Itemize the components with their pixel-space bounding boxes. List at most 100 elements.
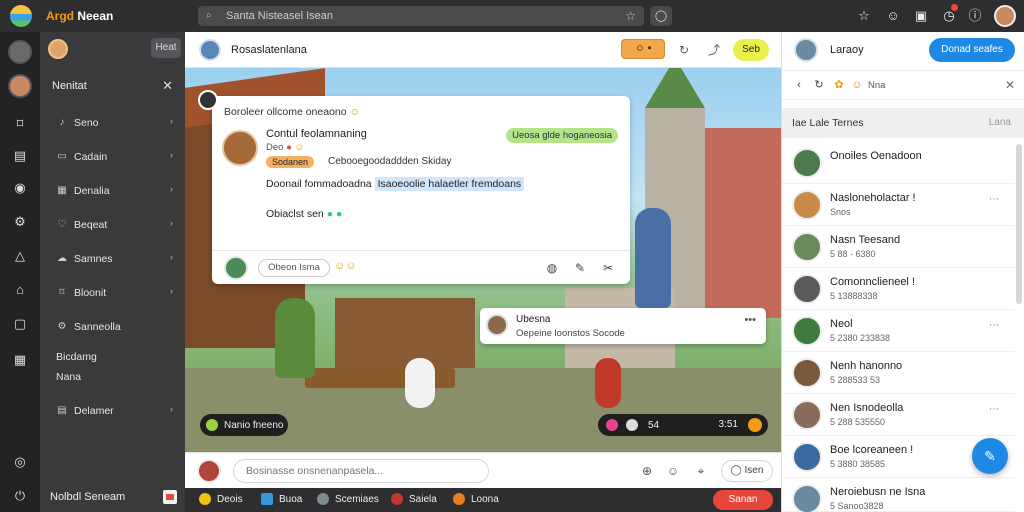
sidebar-item-8[interactable]: Bicdamg (56, 348, 173, 366)
close-icon[interactable]: ✕ (162, 78, 173, 94)
bottom-item-5[interactable]: Loona (453, 493, 499, 505)
bottom-item-4[interactable]: Saiela (391, 493, 437, 505)
power-icon[interactable]: ⏻ (10, 486, 30, 506)
status-pill[interactable]: Seb (733, 39, 769, 61)
square-icon[interactable]: ▣ (912, 7, 930, 25)
star-icon[interactable]: ☆ (625, 9, 636, 23)
media-controls-pill[interactable]: 54 3:51 (598, 414, 768, 436)
layout-icon[interactable]: ▦ (10, 350, 30, 370)
sidebar-avatar[interactable] (48, 39, 68, 59)
gear-icon[interactable]: ⚙ (10, 212, 30, 232)
refresh-icon[interactable]: ↻ (675, 41, 693, 59)
channel-avatar[interactable] (199, 39, 221, 61)
search-input[interactable]: Santa Nisteasel Isean (226, 10, 333, 22)
sidebar-item-9[interactable]: Nana (56, 368, 173, 386)
help-icon[interactable]: ◎ (10, 452, 30, 472)
emoji-icon[interactable]: ☺ (665, 463, 681, 479)
emoji-icon[interactable]: ☺ (850, 78, 864, 92)
triangle-icon[interactable]: △ (10, 246, 30, 266)
more-icon[interactable]: ••• (744, 314, 756, 326)
frame-icon[interactable]: ▢ (10, 314, 30, 334)
reply-button[interactable]: Obeon Isma (258, 259, 330, 277)
notification-toast[interactable]: Ubesna Oepeine loonstos Socode ••• (480, 308, 766, 344)
info-icon[interactable]: ⓘ (966, 7, 984, 25)
pen-icon[interactable]: ✎ (572, 260, 588, 276)
right-cta-button[interactable]: Donad seafes (929, 38, 1015, 62)
close-icon[interactable]: ✕ (1005, 78, 1015, 92)
more-icon[interactable]: ⋯ (989, 320, 999, 331)
toggle-icon[interactable] (626, 419, 638, 431)
bookmark-icon[interactable]: ⌑ (10, 114, 30, 134)
right-avatar[interactable] (794, 38, 818, 62)
rail-avatar-2[interactable] (8, 74, 32, 98)
attach-icon[interactable]: ⊕ (639, 463, 655, 479)
list-item[interactable]: Nasn Teesand 5 88 · 6380 (782, 226, 1015, 268)
location-icon[interactable]: ⌖ (693, 463, 709, 479)
message-input[interactable] (233, 459, 489, 483)
end-icon[interactable] (748, 418, 762, 432)
star-outline-icon[interactable]: ☆ (855, 7, 873, 25)
compose-pill[interactable]: ◯ Isen (721, 460, 773, 482)
globe-icon[interactable]: ◉ (10, 178, 30, 198)
inbox-icon[interactable]: ▤ (10, 146, 30, 166)
notification-body: Oepeine loonstos Socode (516, 328, 625, 339)
list-item[interactable]: Nen Isnodeolla 5 288 535550 ⋯ (782, 394, 1015, 436)
record-button[interactable]: ◯ (650, 6, 672, 26)
scene-label-pill[interactable]: Nanio fneeno (200, 414, 288, 436)
home-icon[interactable]: ⌂ (10, 280, 30, 300)
list-item[interactable]: Nenh hanonno 5 288533 53 (782, 352, 1015, 394)
user-avatar[interactable] (994, 5, 1016, 27)
post-chip[interactable]: Sodanen (266, 156, 315, 168)
list-item[interactable]: Nasloneholactar ! Snos ⋯ (782, 184, 1015, 226)
emoji-button[interactable]: ☺ ▪ (621, 39, 665, 59)
more-icon[interactable]: ⋯ (989, 404, 999, 415)
sidebar-header: Heat (48, 38, 181, 60)
card-title: Boroleer ollcome oneaono ☺ (224, 106, 361, 118)
settings-icon: ⚙ (57, 321, 67, 332)
list-item[interactable]: Onoiles Oenadoon (782, 142, 1015, 184)
post-tag[interactable]: Ueosa glde hoganeosia (506, 128, 618, 143)
record-icon[interactable] (606, 419, 618, 431)
sidebar-header-button[interactable]: Heat (151, 38, 181, 58)
bottom-item-2[interactable]: Buoa (261, 493, 302, 505)
post-author-avatar[interactable] (222, 130, 258, 166)
pin-icon[interactable] (198, 90, 218, 110)
scrollbar[interactable] (1016, 144, 1022, 304)
primary-action-button[interactable]: Sanan (713, 490, 773, 510)
rail-avatar-1[interactable] (8, 40, 32, 64)
flag-icon[interactable] (163, 490, 177, 504)
sidebar-item-7[interactable]: ⚙ Sanneolla (56, 318, 173, 336)
sidebar-item-2[interactable]: ▭ Cadain › (56, 148, 173, 166)
sidebar-item-10[interactable]: ▤ Delamer › (56, 402, 173, 420)
leaf-icon[interactable]: ✿ (832, 78, 846, 92)
list-item[interactable]: Comonnclieneel ! 5 13888338 (782, 268, 1015, 310)
compose-avatar[interactable] (197, 459, 221, 483)
square-icon (261, 493, 273, 505)
search-bar[interactable]: ⌕ Santa Nisteasel Isean ☆ (198, 6, 644, 26)
more-icon[interactable]: ⋯ (989, 194, 999, 205)
sidebar: Heat Nenitat ✕ ♪ Seno › ▭ Cadain › ▦ Denalia ›… (40, 32, 185, 512)
reply-avatar[interactable] (224, 256, 248, 280)
row-avatar (792, 190, 822, 220)
sidebar-item-4[interactable]: ♡ Beqeat › (56, 216, 173, 234)
globe-icon[interactable]: ◍ (544, 260, 560, 276)
profile-icon[interactable]: ☺ (884, 7, 902, 25)
notification-avatar (486, 314, 508, 336)
rotate-icon[interactable]: ↻ (812, 78, 826, 92)
emoji-icon[interactable]: ☺☺ (334, 260, 356, 272)
list-item[interactable]: Neroiebusn ne Isna 5 Sanoo3828 (782, 478, 1015, 512)
sidebar-footer[interactable]: Nolbdl Seneam (50, 488, 177, 506)
sidebar-item-1[interactable]: ♪ Seno › (56, 114, 174, 132)
share-icon[interactable]: ⤴ (705, 41, 723, 59)
compose-fab-button[interactable]: ✎ (972, 438, 1008, 474)
app-logo[interactable] (10, 5, 32, 27)
tools-icon[interactable]: ✂ (600, 260, 616, 276)
post-link[interactable]: Isaoeoolie halaetler fremdoans (374, 177, 525, 191)
back-icon[interactable]: ‹ (792, 78, 806, 92)
bottom-item-1[interactable]: Deois (199, 493, 243, 505)
sidebar-item-3[interactable]: ▦ Denalia › (56, 182, 173, 200)
list-item[interactable]: Neol 5 2380 233838 ⋯ (782, 310, 1015, 352)
sidebar-item-6[interactable]: ⌑ Bloonit › (56, 284, 173, 302)
sidebar-item-5[interactable]: ☁ Samnes › (56, 250, 173, 268)
bottom-item-3[interactable]: Scemiaes (317, 493, 379, 505)
